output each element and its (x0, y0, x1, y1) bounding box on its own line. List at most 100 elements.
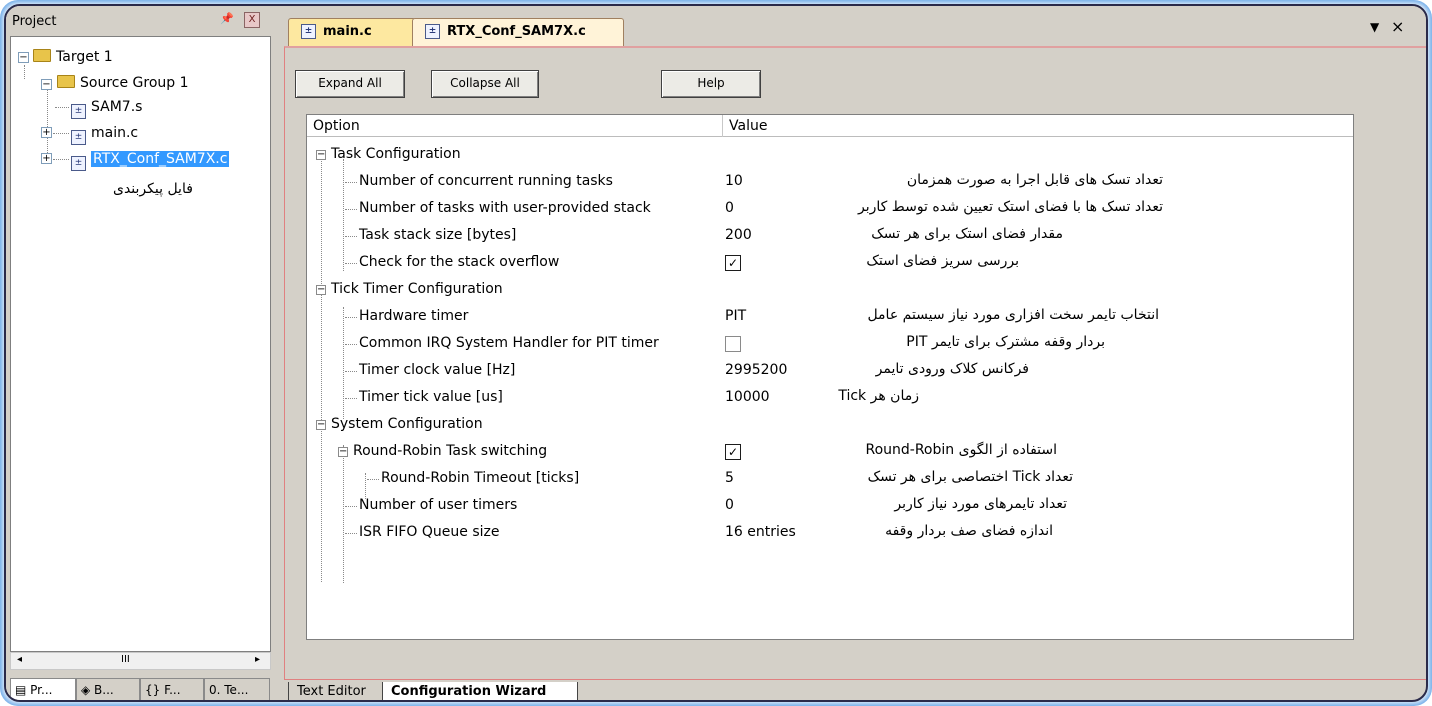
persian-annotation: مقدار فضای استک برای هر تسک (871, 226, 1063, 242)
option-value[interactable]: 2995200 (725, 362, 787, 378)
config-row[interactable]: Hardware timer PIT انتخاب تایمر سخت افزا… (307, 304, 1353, 331)
config-row[interactable]: Check for the stack overflow ✓ بررسی سری… (307, 250, 1353, 277)
tab-list-dropdown-icon[interactable]: ▼ (1370, 20, 1379, 34)
file-icon: ± (71, 130, 86, 145)
tab-rtx-conf[interactable]: ± RTX_Conf_SAM7X.c (412, 18, 624, 46)
tab-label: main.c (323, 24, 372, 39)
project-tree: − Target 1 − Source Group 1 ± SAM7.s + ± m… (10, 36, 271, 652)
config-row[interactable]: Number of tasks with user-provided stack… (307, 196, 1353, 223)
collapse-toggle[interactable]: − (316, 285, 326, 295)
persian-annotation: اندازه فضای صف بردار وقفه (885, 523, 1053, 539)
pin-icon[interactable]: 📌 (220, 12, 234, 28)
tree-node-file-selected[interactable]: ± RTX_Conf_SAM7X.c (71, 149, 230, 171)
expand-toggle[interactable]: + (41, 153, 52, 164)
option-label: Common IRQ System Handler for PIT timer (359, 335, 659, 351)
tree-connector (53, 133, 69, 134)
tab-templates[interactable]: 0. Te... (204, 678, 270, 700)
editor-area: ± main.c ± RTX_Conf_SAM7X.c ▼ × Expand A… (278, 6, 1426, 700)
collapse-all-button[interactable]: Collapse All (431, 70, 539, 98)
tree-node-target[interactable]: Target 1 (33, 47, 113, 67)
collapse-toggle[interactable]: − (338, 447, 348, 457)
option-label: Round-Robin Task switching (353, 443, 548, 459)
tab-label: B... (94, 683, 114, 697)
config-row[interactable]: Task stack size [bytes] 200 مقدار فضای ا… (307, 223, 1353, 250)
tree-connector (345, 236, 357, 237)
help-button[interactable]: Help (661, 70, 761, 98)
tab-books[interactable]: ◈ B... (76, 678, 140, 700)
config-row[interactable]: − Round-Robin Task switching ✓ استفاده ا… (307, 439, 1353, 466)
config-row[interactable]: Round-Robin Timeout [ticks] 5 تعداد Tick… (307, 466, 1353, 493)
tab-project[interactable]: ▤ Pr... (10, 678, 76, 700)
scroll-right-icon[interactable]: ▸ (255, 654, 260, 665)
tab-main-c[interactable]: ± main.c (288, 18, 416, 46)
config-row[interactable]: Number of concurrent running tasks 10 تع… (307, 169, 1353, 196)
tree-node-group[interactable]: Source Group 1 (57, 73, 189, 93)
option-label: System Configuration (331, 416, 483, 432)
collapse-toggle[interactable]: − (316, 420, 326, 430)
app-window: Project 📌 X − Target 1 − Source Group 1 … (4, 4, 1428, 702)
file-icon: ± (425, 24, 440, 39)
option-label: Round-Robin Timeout [ticks] (381, 470, 580, 486)
option-value[interactable]: 10000 (725, 389, 770, 405)
persian-annotation: بررسی سریز فضای استک (866, 253, 1019, 269)
config-row[interactable]: Number of user timers 0 تعداد تایمرهای م… (307, 493, 1353, 520)
config-row[interactable]: Timer clock value [Hz] 2995200 فرکانس کل… (307, 358, 1353, 385)
column-header-value[interactable]: Value (723, 115, 1353, 137)
tree-connector (55, 107, 69, 108)
tab-label: F... (164, 683, 181, 697)
scroll-left-icon[interactable]: ◂ (17, 654, 22, 665)
column-header-option[interactable]: Option (307, 115, 723, 137)
tree-node-file[interactable]: ± SAM7.s (71, 97, 142, 119)
config-row[interactable]: Common IRQ System Handler for PIT timer … (307, 331, 1353, 358)
file-icon: ± (301, 24, 316, 39)
persian-annotation: زمان هر Tick (838, 388, 919, 404)
panel-close-button[interactable]: X (244, 12, 260, 28)
document-tab-bar: ± main.c ± RTX_Conf_SAM7X.c ▼ × (278, 6, 1426, 48)
persian-annotation: انتخاب تایمر سخت افزاری مورد نیاز سیستم … (867, 307, 1159, 323)
folder-icon (57, 75, 75, 88)
expand-all-button[interactable]: Expand All (295, 70, 405, 98)
option-label: Number of concurrent running tasks (359, 173, 613, 189)
stack-overflow-checkbox[interactable]: ✓ (725, 255, 741, 271)
option-value[interactable]: 0 (725, 200, 734, 216)
config-row[interactable]: − Task Configuration (307, 142, 1353, 169)
collapse-toggle[interactable]: − (316, 150, 326, 160)
option-grid: Option Value − Task Configuration Number… (306, 114, 1354, 640)
tree-connector (345, 506, 357, 507)
project-tab-icon: ▤ (15, 683, 31, 697)
collapse-toggle[interactable]: − (18, 52, 29, 63)
expand-toggle[interactable]: + (41, 127, 52, 138)
tab-functions[interactable]: {} F... (140, 678, 204, 700)
project-panel-tabs: ▤ Pr... ◈ B... {} F... 0. Te... (10, 678, 272, 700)
option-value[interactable]: 0 (725, 497, 734, 513)
option-value[interactable]: 16 entries (725, 524, 796, 540)
horizontal-scrollbar[interactable]: ◂ III ▸ (10, 652, 271, 670)
tab-text-editor[interactable]: Text Editor (288, 682, 388, 700)
option-value[interactable]: PIT (725, 308, 746, 324)
scroll-grip[interactable]: III (121, 654, 130, 665)
persian-annotation: تعداد تسک ها با فضای استک تعیین شده توسط… (858, 199, 1163, 215)
config-row[interactable]: − System Configuration (307, 412, 1353, 439)
option-value[interactable]: 10 (725, 173, 743, 189)
option-value[interactable]: 5 (725, 470, 734, 486)
round-robin-checkbox[interactable]: ✓ (725, 444, 741, 460)
option-value[interactable]: 200 (725, 227, 752, 243)
configuration-wizard: Expand All Collapse All Help Option Valu… (284, 46, 1426, 680)
config-row[interactable]: Timer tick value [us] 10000 زمان هر Tick (307, 385, 1353, 412)
tab-label: RTX_Conf_SAM7X.c (447, 24, 586, 39)
tree-connector (367, 479, 379, 480)
persian-annotation: استفاده از الگوی Round-Robin (865, 442, 1057, 458)
pit-handler-checkbox[interactable] (725, 336, 741, 352)
tree-node-label: main.c (91, 125, 139, 141)
config-row[interactable]: ISR FIFO Queue size 16 entries اندازه فض… (307, 520, 1353, 547)
tree-node-file[interactable]: ± main.c (71, 123, 139, 145)
tab-configuration-wizard[interactable]: Configuration Wizard (382, 682, 578, 700)
option-label: Timer tick value [us] (359, 389, 503, 405)
config-row[interactable]: − Tick Timer Configuration (307, 277, 1353, 304)
option-label: ISR FIFO Queue size (359, 524, 500, 540)
tree-connector (53, 159, 69, 160)
close-document-icon[interactable]: × (1391, 17, 1404, 36)
option-label: Timer clock value [Hz] (359, 362, 516, 378)
collapse-toggle[interactable]: − (41, 79, 52, 90)
persian-annotation: تعداد تسک های قابل اجرا به صورت همزمان (906, 172, 1163, 188)
